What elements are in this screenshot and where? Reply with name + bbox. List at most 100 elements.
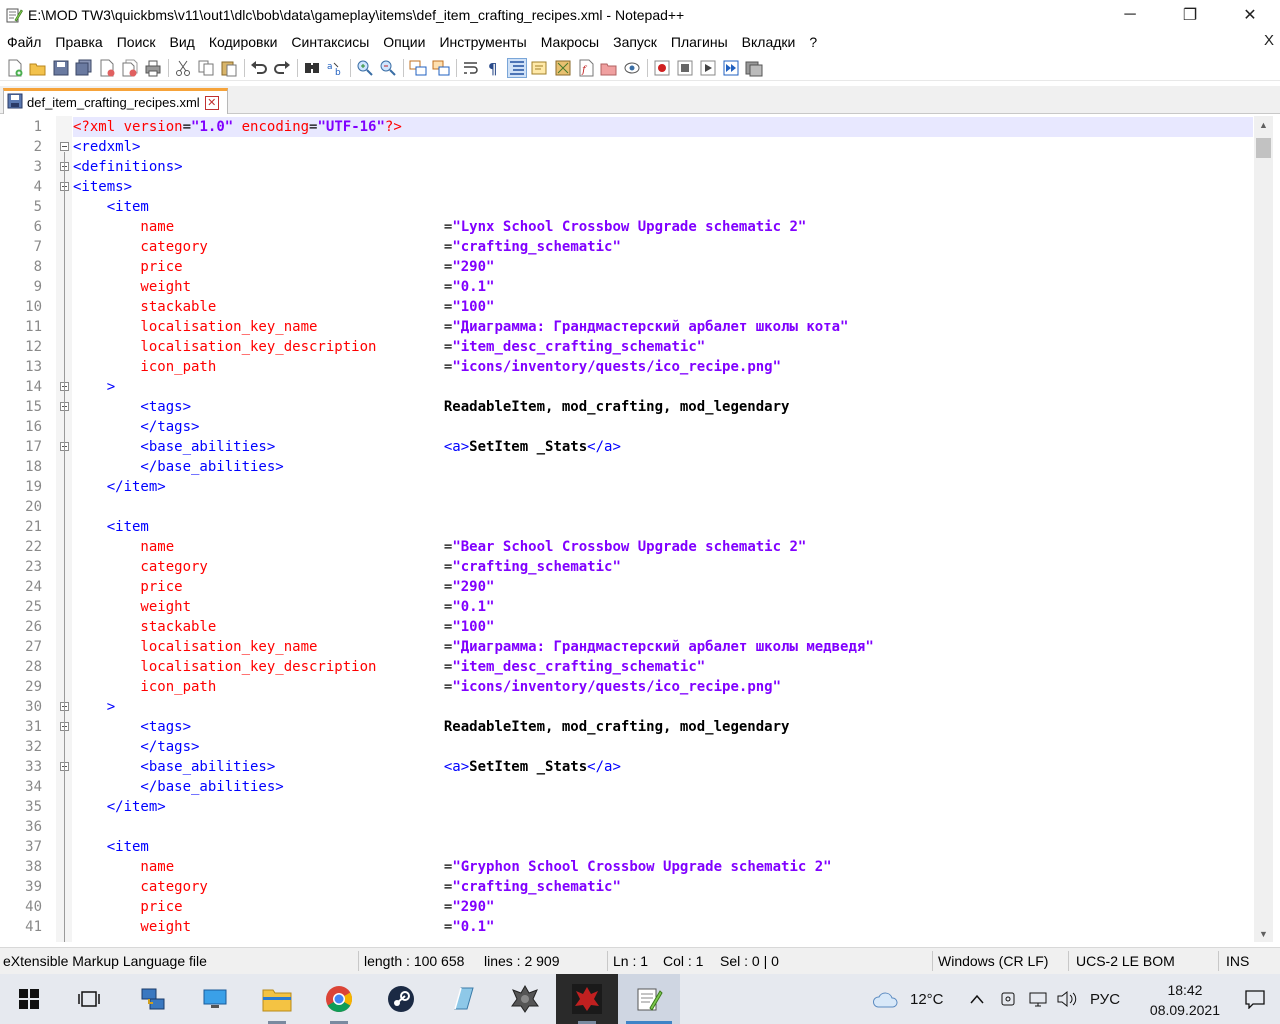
code-line[interactable]: stackable ="100" xyxy=(73,297,494,317)
scrollbar-thumb[interactable] xyxy=(1256,138,1271,158)
scroll-up-arrow-icon[interactable]: ▲ xyxy=(1254,116,1273,133)
close-document-button[interactable]: X xyxy=(1264,32,1274,49)
code-line[interactable]: <item xyxy=(73,517,149,537)
find-icon[interactable] xyxy=(302,58,322,78)
code-line[interactable]: category ="crafting_schematic" xyxy=(73,557,620,577)
code-line[interactable]: localisation_key_description ="item_desc… xyxy=(73,337,705,357)
code-line[interactable]: > xyxy=(73,697,115,717)
code-line[interactable]: weight ="0.1" xyxy=(73,597,494,617)
zoom-out-icon[interactable] xyxy=(378,58,398,78)
code-line[interactable]: localisation_key_name ="Диаграмма: Гранд… xyxy=(73,637,873,657)
code-line[interactable]: localisation_key_description ="item_desc… xyxy=(73,657,705,677)
menu-settings[interactable]: Опции xyxy=(376,34,432,50)
close-file-icon[interactable] xyxy=(97,58,117,78)
code-line[interactable]: category ="crafting_schematic" xyxy=(73,877,620,897)
tray-device-icon[interactable] xyxy=(1000,974,1016,1024)
code-line[interactable]: <tags> ReadableItem, mod_crafting, mod_l… xyxy=(73,717,789,737)
code-line[interactable]: <items> xyxy=(73,177,132,197)
print-icon[interactable] xyxy=(143,58,163,78)
code-line[interactable]: </item> xyxy=(73,797,166,817)
undo-icon[interactable] xyxy=(249,58,269,78)
code-line[interactable]: icon_path ="icons/inventory/quests/ico_r… xyxy=(73,357,781,377)
network-icon[interactable] xyxy=(1028,974,1048,1024)
indent-guide-icon[interactable] xyxy=(507,57,527,78)
notepad-plus-plus-taskbar-icon[interactable] xyxy=(618,974,680,1024)
menu-file[interactable]: Файл xyxy=(0,34,48,50)
menu-language[interactable]: Синтаксисы xyxy=(284,34,376,50)
stop-macro-icon[interactable] xyxy=(675,58,695,78)
volume-icon[interactable] xyxy=(1056,974,1078,1024)
save-all-icon[interactable] xyxy=(74,58,94,78)
notes-app-icon[interactable] xyxy=(432,974,494,1024)
replace-icon[interactable]: ab xyxy=(325,58,345,78)
folder-workspace-icon[interactable] xyxy=(599,58,619,78)
close-window-button[interactable]: ✕ xyxy=(1220,0,1280,30)
function-list-icon[interactable]: f xyxy=(576,58,596,78)
menu-macro[interactable]: Макросы xyxy=(534,34,606,50)
code-line[interactable]: <redxml> xyxy=(73,137,140,157)
menu-edit[interactable]: Правка xyxy=(48,34,109,50)
task-view-icon[interactable] xyxy=(58,974,120,1024)
clock[interactable]: 18:42 08.09.2021 xyxy=(1150,980,1220,1020)
code-line[interactable]: weight ="0.1" xyxy=(73,917,494,937)
fold-toggle-icon[interactable] xyxy=(60,142,69,151)
code-line[interactable]: <item xyxy=(73,837,149,857)
code-line[interactable]: > xyxy=(73,377,115,397)
input-language-indicator[interactable]: РУС xyxy=(1090,974,1120,1024)
user-language-icon[interactable] xyxy=(530,58,550,78)
menu-tools[interactable]: Инструменты xyxy=(432,34,533,50)
redo-icon[interactable] xyxy=(272,58,292,78)
monitoring-icon[interactable] xyxy=(622,58,642,78)
code-line[interactable]: <definitions> xyxy=(73,157,183,177)
code-line[interactable]: <base_abilities> <a>SetItem _Stats</a> xyxy=(73,757,620,777)
code-line[interactable]: name ="Lynx School Crossbow Upgrade sche… xyxy=(73,217,806,237)
save-icon[interactable] xyxy=(51,58,71,78)
code-line[interactable]: price ="290" xyxy=(73,577,494,597)
code-line[interactable]: <item xyxy=(73,197,149,217)
code-line[interactable]: </tags> xyxy=(73,417,199,437)
steam-icon[interactable] xyxy=(370,974,432,1024)
new-file-icon[interactable] xyxy=(5,58,25,78)
paste-icon[interactable] xyxy=(219,58,239,78)
save-macro-icon[interactable] xyxy=(744,58,764,78)
menu-plugins[interactable]: Плагины xyxy=(664,34,735,50)
zoom-in-icon[interactable] xyxy=(355,58,375,78)
menu-search[interactable]: Поиск xyxy=(110,34,163,50)
tab-close-button[interactable]: ✕ xyxy=(204,95,219,110)
network-app-icon[interactable] xyxy=(122,974,184,1024)
run-macro-multiple-icon[interactable] xyxy=(721,58,741,78)
witcher-wolf-icon[interactable] xyxy=(494,974,556,1024)
code-line[interactable]: icon_path ="icons/inventory/quests/ico_r… xyxy=(73,677,781,697)
code-line[interactable]: <tags> ReadableItem, mod_crafting, mod_l… xyxy=(73,397,789,417)
file-explorer-icon[interactable] xyxy=(246,974,308,1024)
code-line[interactable]: </item> xyxy=(73,477,166,497)
vertical-scrollbar[interactable]: ▲ ▼ xyxy=(1254,116,1273,942)
open-file-icon[interactable] xyxy=(28,58,48,78)
close-all-icon[interactable] xyxy=(120,58,140,78)
word-wrap-icon[interactable] xyxy=(461,58,481,78)
code-line[interactable]: weight ="0.1" xyxy=(73,277,494,297)
code-text[interactable]: <?xml version="1.0" encoding="UTF-16"?> <… xyxy=(73,116,1253,942)
code-line[interactable]: price ="290" xyxy=(73,897,494,917)
menu-help[interactable]: ? xyxy=(802,34,824,50)
code-line[interactable]: price ="290" xyxy=(73,257,494,277)
notification-center-icon[interactable] xyxy=(1230,974,1280,1024)
menu-run[interactable]: Запуск xyxy=(606,34,664,50)
code-line[interactable]: </base_abilities> xyxy=(73,777,283,797)
maximize-button[interactable]: ❐ xyxy=(1160,0,1220,30)
cut-icon[interactable] xyxy=(173,58,193,78)
document-map-icon[interactable] xyxy=(553,58,573,78)
copy-icon[interactable] xyxy=(196,58,216,78)
this-pc-icon[interactable] xyxy=(184,974,246,1024)
minimize-button[interactable]: ─ xyxy=(1100,0,1160,30)
weather-widget[interactable]: 12°C xyxy=(872,974,944,1024)
code-line[interactable]: </base_abilities> xyxy=(73,457,283,477)
witcher-3-icon[interactable] xyxy=(556,974,618,1024)
scroll-down-arrow-icon[interactable]: ▼ xyxy=(1254,925,1273,942)
start-button[interactable] xyxy=(0,974,58,1024)
code-line[interactable]: name ="Bear School Crossbow Upgrade sche… xyxy=(73,537,806,557)
code-line[interactable]: localisation_key_name ="Диаграмма: Гранд… xyxy=(73,317,848,337)
show-all-characters-icon[interactable]: ¶ xyxy=(484,58,504,78)
code-line[interactable]: name ="Gryphon School Crossbow Upgrade s… xyxy=(73,857,831,877)
sync-vertical-icon[interactable] xyxy=(408,58,428,78)
